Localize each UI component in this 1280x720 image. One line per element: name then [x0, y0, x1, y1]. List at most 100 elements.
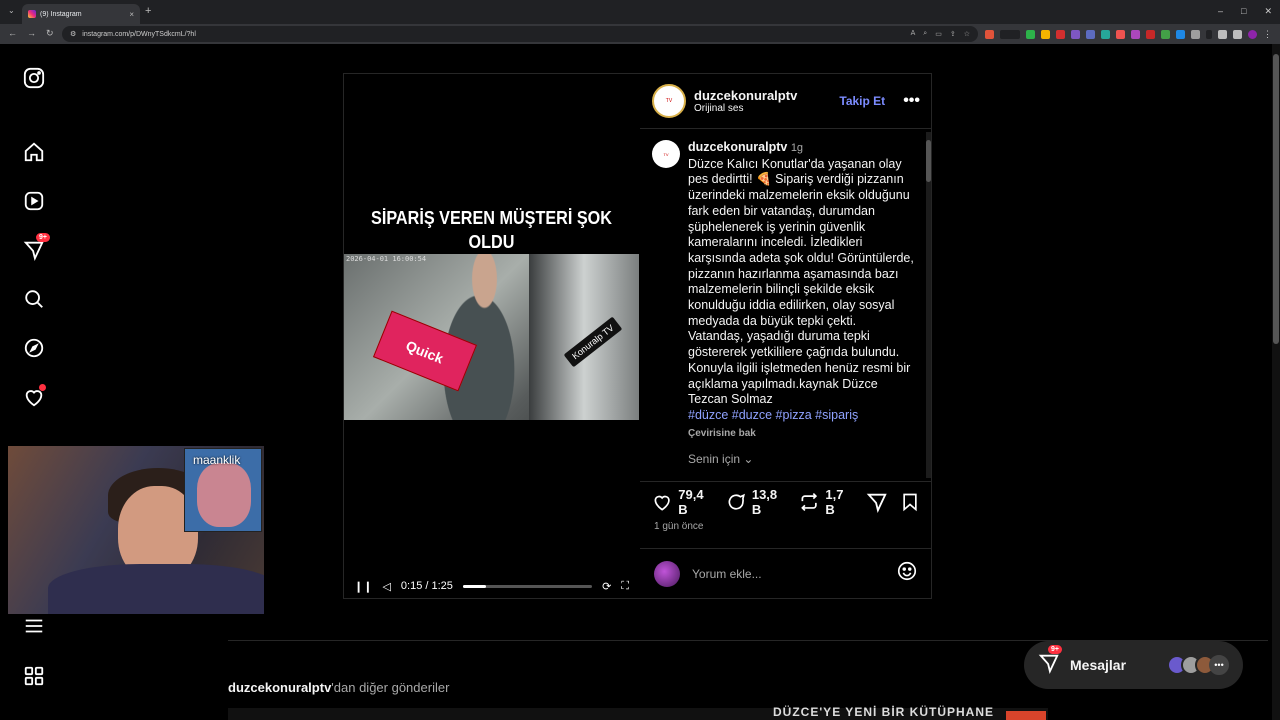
extension-icon[interactable] — [1146, 30, 1155, 39]
search-icon[interactable] — [22, 287, 46, 311]
repost-icon — [801, 492, 818, 511]
share-icon[interactable]: ⇪ — [950, 30, 956, 38]
author-username[interactable]: duzcekonuralptv — [694, 88, 797, 103]
post-header: TV duzcekonuralptv Orijinal ses Takip Et… — [640, 74, 932, 129]
more-posts-heading: duzcekonuralptv'dan diğer gönderiler — [228, 680, 449, 695]
more-posts-username[interactable]: duzcekonuralptv — [228, 680, 331, 695]
repost-button[interactable]: 1,7 B — [799, 487, 854, 517]
profile-avatar[interactable] — [1248, 30, 1257, 39]
messages-label: Mesajlar — [1070, 657, 1127, 673]
instagram-favicon-icon — [28, 10, 36, 18]
extension-icon[interactable] — [1116, 30, 1125, 39]
messages-button[interactable]: 9+ Mesajlar ••• — [1024, 641, 1243, 689]
caption: duzcekonuralptv 1g Düzce Kalıcı Konutlar… — [688, 140, 914, 441]
extension-icon[interactable] — [1086, 30, 1095, 39]
url-text: instagram.com/p/DWnyTSdkcmL/?hl — [82, 30, 196, 38]
video-progress-bar[interactable] — [462, 584, 593, 588]
browser-window: ⌄ (9) Instagram × + – □ ✕ ← → ↻ ⚙ instag… — [0, 0, 1280, 720]
url-field[interactable]: ⚙ instagram.com/p/DWnyTSdkcmL/?hl A ⌕ ▭ … — [62, 26, 978, 42]
downloads-icon[interactable] — [1218, 30, 1227, 39]
extension-icon[interactable] — [1101, 30, 1110, 39]
comment-icon — [728, 493, 745, 510]
tab-bar: ⌄ (9) Instagram × + – □ ✕ — [0, 0, 1280, 24]
caption-avatar[interactable]: TV — [652, 140, 680, 168]
comment-button[interactable]: 13,8 B — [726, 487, 788, 517]
bookmark-star-icon[interactable]: ☆ — [964, 30, 970, 38]
audio-label[interactable]: Orijinal ses — [694, 103, 797, 114]
extension-icon[interactable] — [1041, 30, 1050, 39]
reload-icon[interactable]: ↻ — [46, 28, 54, 39]
post-time: 1 gün önce — [654, 521, 704, 532]
like-button[interactable]: 79,4 B — [652, 487, 714, 517]
instagram-logo-icon[interactable] — [22, 66, 46, 90]
maximize-button[interactable]: □ — [1241, 6, 1246, 17]
back-icon[interactable]: ← — [8, 28, 17, 39]
video-time: 0:15 / 1:25 — [400, 580, 453, 592]
video-progress-fill — [462, 584, 487, 588]
messages-nav-icon[interactable]: 9+ — [22, 233, 50, 262]
caption-age: 1g — [790, 142, 804, 154]
page-scrollbar[interactable] — [1272, 44, 1280, 720]
notification-dot — [39, 384, 46, 391]
nav-buttons: ← → ↻ — [8, 28, 54, 39]
save-button[interactable] — [900, 492, 920, 512]
hamburger-menu-icon[interactable] — [22, 614, 46, 638]
author-avatar[interactable]: TV — [652, 84, 686, 118]
zoom-icon[interactable]: ⌕ — [923, 30, 927, 38]
extension-icon[interactable] — [1176, 30, 1185, 39]
home-icon[interactable] — [22, 140, 46, 164]
comment-input[interactable]: Yorum ekle... — [692, 567, 884, 581]
for-you-dropdown[interactable]: Senin için ⌄ — [688, 452, 753, 466]
repost-count: 1,7 B — [825, 486, 844, 517]
translate-icon[interactable]: A — [911, 30, 916, 38]
extension-icon[interactable] — [1131, 30, 1140, 39]
more-avatars-icon: ••• — [1209, 655, 1229, 675]
extension-icon[interactable] — [1026, 30, 1035, 39]
messages-icon: 9+ — [1038, 644, 1062, 679]
reels-icon[interactable] — [22, 189, 46, 213]
video-player[interactable]: SİPARİŞ VEREN MÜŞTERİ ŞOK OLDU Quick 202… — [344, 74, 639, 598]
tab-close-icon[interactable]: × — [129, 10, 134, 19]
new-tab-button[interactable]: + — [145, 5, 151, 17]
hashtags[interactable]: #düzce #duzce #pizza #sipariş — [688, 408, 914, 424]
more-posts-thumbnails[interactable]: DÜZCE'YE YENİ BİR KÜTÜPHANE — [228, 705, 1048, 720]
extension-icon[interactable] — [985, 30, 994, 39]
pause-icon[interactable]: ❙❙ — [354, 580, 372, 593]
close-window-button[interactable]: ✕ — [1264, 6, 1272, 17]
action-bar: 79,4 B 13,8 B 1,7 B — [640, 481, 932, 521]
more-posts-suffix: 'dan diğer gönderiler — [331, 680, 450, 695]
share-button[interactable] — [866, 491, 888, 513]
video-frame: Quick 2026-04-01 16:00:54 Konuralp TV — [344, 254, 639, 420]
browser-menu-icon[interactable]: ⋮ — [1263, 29, 1272, 40]
replay-icon[interactable]: ⟳ — [602, 580, 611, 593]
notifications-heart-icon[interactable] — [22, 384, 46, 409]
extension-icon[interactable] — [1056, 30, 1065, 39]
forward-icon[interactable]: → — [27, 28, 36, 39]
caption-scrollbar[interactable] — [926, 132, 931, 478]
fullscreen-icon[interactable]: ⛶ — [621, 580, 629, 593]
extension-icon[interactable] — [1161, 30, 1170, 39]
sidepanel-icon[interactable] — [1233, 30, 1242, 39]
emoji-icon[interactable] — [896, 560, 918, 587]
thumbnail-text: DÜZCE'YE YENİ BİR KÜTÜPHANE — [773, 705, 994, 719]
minimize-button[interactable]: – — [1218, 6, 1223, 17]
follow-button[interactable]: Takip Et — [839, 94, 885, 108]
instagram-sidebar: 9+ — [0, 44, 68, 720]
extension-icon[interactable] — [1071, 30, 1080, 39]
tab-search-icon[interactable]: ⌄ — [8, 6, 15, 15]
post-modal: SİPARİŞ VEREN MÜŞTERİ ŞOK OLDU Quick 202… — [343, 73, 932, 599]
also-from-meta-icon[interactable] — [22, 664, 46, 688]
explore-compass-icon[interactable] — [22, 336, 46, 360]
see-translation-link[interactable]: Çevirisine bak — [688, 426, 914, 442]
tab-instagram[interactable]: (9) Instagram × — [22, 4, 140, 24]
volume-icon[interactable]: ◁ — [382, 580, 390, 593]
extensions-puzzle-icon[interactable] — [1191, 30, 1200, 39]
more-options-icon[interactable]: ••• — [903, 92, 920, 110]
video-overlay-line1: SİPARİŞ VEREN MÜŞTERİ ŞOK — [371, 208, 612, 228]
share-icon — [866, 493, 887, 513]
tab-title: (9) Instagram — [40, 10, 82, 18]
webcam-label: maanklik — [193, 453, 241, 467]
caption-username[interactable]: duzcekonuralptv — [688, 140, 787, 154]
site-info-icon[interactable]: ⚙ — [70, 30, 76, 38]
cast-icon[interactable]: ▭ — [935, 30, 942, 38]
